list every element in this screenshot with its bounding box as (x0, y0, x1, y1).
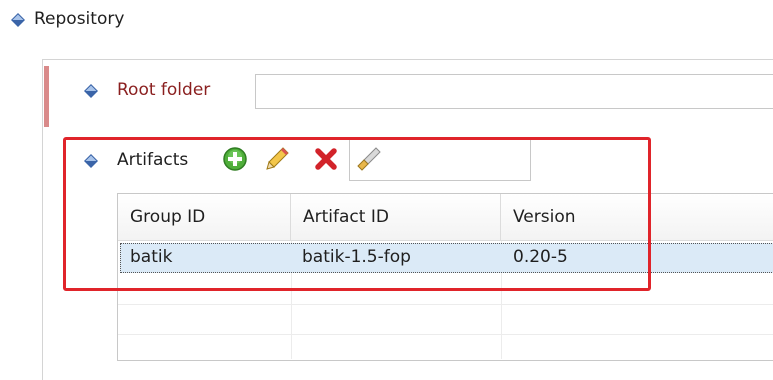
cell-version: 0.20-5 (513, 247, 568, 267)
delete-icon[interactable] (313, 146, 339, 172)
diamond-bullet-icon (84, 84, 98, 98)
artifacts-label: Artifacts (117, 150, 189, 170)
table-row[interactable] (120, 243, 773, 273)
root-folder-input[interactable] (255, 74, 773, 109)
cell-group-id: batik (130, 247, 173, 267)
row-divider (118, 304, 773, 305)
required-indicator (44, 66, 49, 127)
column-header-version[interactable]: Version (501, 194, 773, 241)
diamond-bullet-icon (11, 13, 25, 27)
browse-icon[interactable] (356, 146, 382, 172)
add-icon[interactable] (222, 146, 248, 172)
artifacts-table[interactable]: Group ID Artifact ID Version batik batik… (117, 193, 773, 361)
diamond-bullet-icon (84, 154, 98, 168)
cell-artifact-id: batik-1.5-fop (302, 247, 411, 267)
section-title-repository: Repository (34, 9, 125, 29)
column-header-group-id[interactable]: Group ID (118, 194, 291, 241)
column-header-artifact-id[interactable]: Artifact ID (291, 194, 501, 241)
root-folder-label: Root folder (117, 80, 211, 100)
row-divider (118, 334, 773, 335)
edit-icon[interactable] (264, 146, 290, 172)
